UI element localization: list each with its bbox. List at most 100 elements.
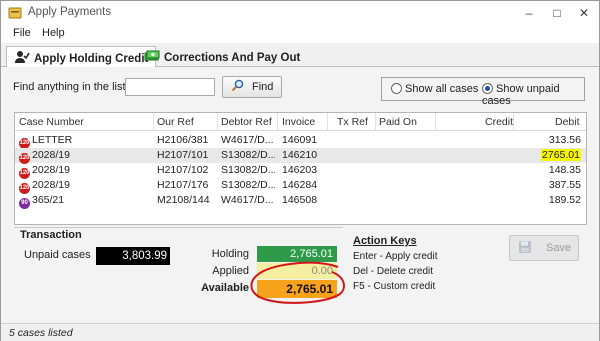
close-icon[interactable]: ✕	[570, 3, 598, 23]
title-bar: Apply Payments – □ ✕	[1, 1, 599, 25]
column-header-paid-on[interactable]: Paid On	[379, 116, 417, 128]
cell-invoice: 146210	[282, 149, 326, 161]
money-icon	[144, 50, 160, 61]
tab-content: Find anything in the list Find Show all …	[6, 67, 594, 323]
cell-debtor-ref: S13082/D...	[221, 164, 275, 176]
radio-show-all-cases[interactable]: Show all cases	[391, 83, 478, 95]
cell-case-number-text: 365/21	[32, 194, 65, 206]
available-label: Available	[201, 282, 249, 294]
maximize-icon[interactable]: □	[543, 3, 571, 23]
cell-invoice-text: 146508	[282, 194, 318, 206]
menu-file[interactable]: File	[13, 27, 31, 39]
holding-value: 2,765.01	[257, 246, 337, 262]
cell-invoice: 146508	[282, 194, 326, 206]
find-button[interactable]: Find	[222, 76, 282, 98]
unpaid-cases-label: Unpaid cases	[24, 249, 91, 261]
cell-our-ref: M2108/144	[157, 194, 215, 206]
cell-our-ref-text: H2106/381	[157, 134, 209, 146]
cell-debtor-ref-text: W4617/D...	[221, 194, 274, 206]
find-label: Find anything in the list	[13, 81, 126, 93]
transaction-title: Transaction	[20, 229, 82, 241]
cell-our-ref-text: H2107/102	[157, 164, 209, 176]
column-divider	[435, 113, 436, 131]
cell-debtor-ref-text: W4617/D...	[221, 134, 274, 146]
floppy-disk-icon	[519, 241, 531, 253]
column-divider	[375, 113, 376, 131]
action-keys-title: Action Keys	[353, 235, 417, 247]
cell-invoice-text: 146091	[282, 134, 318, 146]
cell-case-number-text: LETTER	[32, 134, 73, 146]
action-key-line: F5 - Custom credit	[353, 281, 436, 292]
apply-payments-window: Apply Payments – □ ✕ File Help Apply Hol…	[0, 0, 600, 341]
status-text: 5 cases listed	[9, 327, 73, 339]
cell-case-number: 120 2028/19	[19, 149, 149, 164]
cell-case-number: 120 LETTER	[19, 134, 149, 149]
column-header-debtor-ref[interactable]: Debtor Ref	[221, 116, 272, 128]
column-header-case-number[interactable]: Case Number	[19, 116, 84, 128]
cell-debit: 387.55	[515, 179, 581, 191]
cell-debit: 313.56	[515, 134, 581, 146]
cell-debtor-ref: S13082/D...	[221, 179, 275, 191]
find-input[interactable]	[125, 78, 215, 96]
radio-label: Show unpaid cases	[482, 83, 560, 107]
save-button-label: Save	[546, 242, 572, 254]
cell-debit: 148.35	[515, 164, 581, 176]
save-button[interactable]: Save	[509, 235, 579, 261]
radio-button-selected-icon	[482, 83, 493, 94]
radio-label: Show all cases	[405, 83, 479, 95]
radio-show-unpaid-cases[interactable]: Show unpaid cases	[482, 83, 584, 107]
cell-debit-text: 387.55	[548, 179, 581, 191]
table-row[interactable]: 120 2028/19 H2107/101 S13082/D... 146210 2765…	[15, 148, 586, 164]
cell-debit-text: 313.56	[548, 134, 581, 146]
tab-label: Apply Holding Credit	[34, 53, 149, 65]
radio-button-icon	[391, 83, 402, 94]
cell-debtor-ref-text: S13082/D...	[221, 179, 275, 191]
column-divider	[217, 113, 218, 131]
unpaid-cases-value: 3,803.99	[96, 247, 170, 265]
cell-our-ref: H2107/102	[157, 164, 215, 176]
minimize-icon[interactable]: –	[515, 3, 543, 23]
action-key-line: Enter - Apply credit	[353, 251, 438, 262]
action-key-line: Del - Delete credit	[353, 266, 434, 277]
column-divider	[327, 113, 328, 131]
table-row[interactable]: 120 2028/19 H2107/102 S13082/D... 146203 148.…	[15, 163, 586, 179]
column-divider	[513, 113, 514, 131]
cell-invoice-text: 146203	[282, 164, 318, 176]
column-header-invoice[interactable]: Invoice	[282, 116, 315, 128]
user-check-icon	[15, 51, 30, 63]
grid-header: Case Number Our Ref Debtor Ref Invoice T…	[15, 113, 586, 131]
tab-corrections-and-pay-out[interactable]: Corrections And Pay Out	[137, 46, 307, 67]
table-row[interactable]: 120 LETTER H2106/381 W4617/D... 146091 313.56	[15, 133, 586, 149]
applied-label: Applied	[212, 265, 249, 277]
tab-label: Corrections And Pay Out	[164, 52, 301, 64]
magnifier-icon	[231, 79, 244, 92]
transaction-panel: Transaction Unpaid cases 3,803.99 Holdin…	[14, 227, 345, 314]
cell-debit-text: 2765.01	[541, 149, 581, 161]
column-header-debit[interactable]: Debit	[555, 116, 580, 128]
cases-grid[interactable]: Case Number Our Ref Debtor Ref Invoice T…	[14, 112, 587, 225]
table-row[interactable]: 90 365/21 M2108/144 W4617/D... 146508 189.52	[15, 193, 586, 209]
column-divider	[153, 113, 154, 131]
find-button-label: Find	[252, 81, 274, 93]
cell-debit-text: 189.52	[548, 194, 581, 206]
cell-debtor-ref-text: S13082/D...	[221, 164, 275, 176]
cell-invoice-text: 146210	[282, 149, 318, 161]
column-header-credit[interactable]: Credit	[485, 116, 513, 128]
holding-label: Holding	[211, 248, 249, 260]
cell-our-ref: H2107/176	[157, 179, 215, 191]
cell-debtor-ref: W4617/D...	[221, 194, 275, 206]
menu-help[interactable]: Help	[42, 27, 65, 39]
cell-case-number-text: 2028/19	[32, 149, 70, 161]
cell-our-ref: H2106/381	[157, 134, 215, 146]
cell-invoice: 146091	[282, 134, 326, 146]
age-badge-icon: 90	[19, 198, 30, 209]
cell-case-number: 120 2028/19	[19, 179, 149, 194]
tab-apply-holding-credit[interactable]: Apply Holding Credit	[6, 46, 157, 68]
cell-case-number: 90 365/21	[19, 194, 149, 209]
cell-invoice-text: 146284	[282, 179, 318, 191]
column-header-tx-ref[interactable]: Tx Ref	[337, 116, 368, 128]
cell-debtor-ref: W4617/D...	[221, 134, 275, 146]
cell-our-ref-text: M2108/144	[157, 194, 210, 206]
table-row[interactable]: 120 2028/19 H2107/176 S13082/D... 146284 387.…	[15, 178, 586, 194]
column-header-our-ref[interactable]: Our Ref	[157, 116, 194, 128]
